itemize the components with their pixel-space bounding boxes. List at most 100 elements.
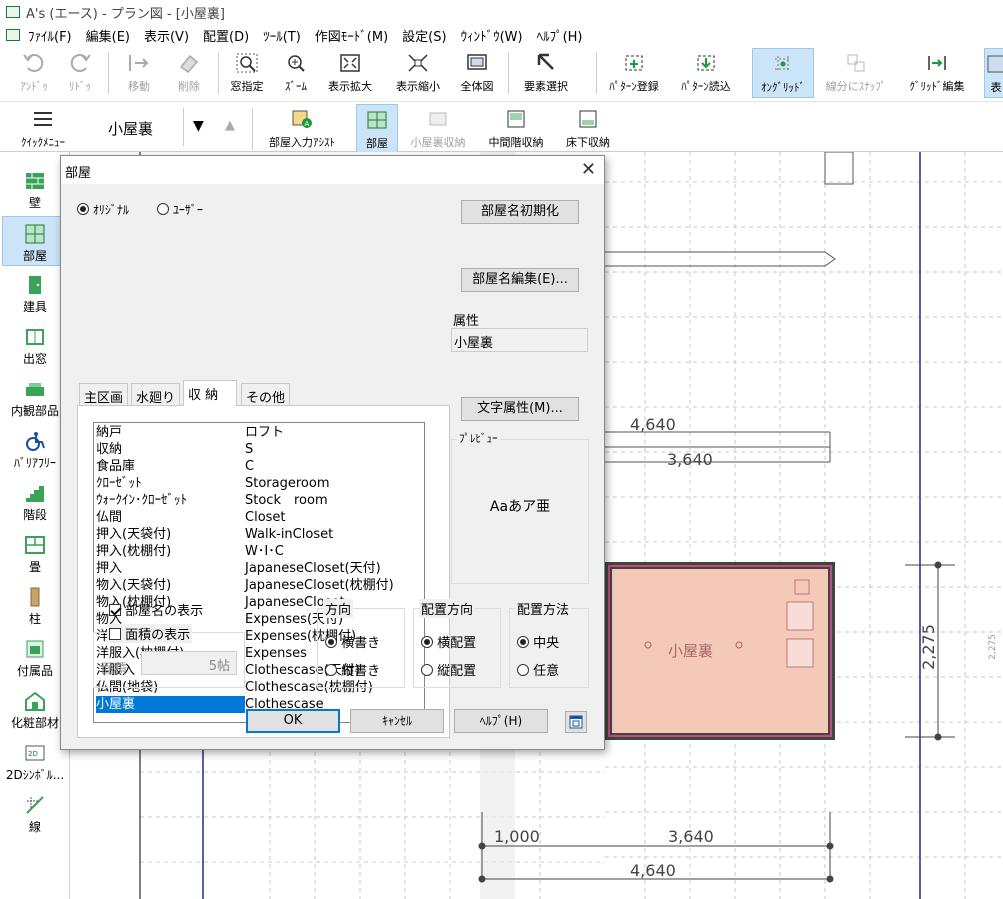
move-icon [129,55,149,71]
menu-file[interactable]: ﾌｧｲﾙ(F) [28,26,72,45]
tool-stairs[interactable]: 階段 [2,476,68,526]
tool-2d-symbol[interactable]: 2D 2Dｼﾝﾎﾞﾙ... [2,736,68,786]
tool-room[interactable]: 部屋 [2,216,68,266]
reset-room-names-button[interactable]: 部屋名初期化 [461,200,579,224]
move-button[interactable]: 移動 [114,48,164,98]
room-label: 小屋裏 [668,642,713,660]
radio-horizontal-placement[interactable]: 横配置 [421,632,476,651]
menu-help[interactable]: ﾍﾙﾌﾟ(H) [537,26,583,45]
tool-barrier-free[interactable]: ﾊﾞﾘｱﾌﾘｰ [2,424,68,474]
list-item[interactable]: 押入(枕棚付) W･I･C [94,543,424,560]
zoom-out-button[interactable]: 表示縮小 [390,48,446,98]
redo-button[interactable]: ﾘﾄﾞｩ [58,48,102,98]
grid-edit-icon [928,56,946,70]
pattern-register-button[interactable]: ﾊﾟﾀｰﾝ登録 [604,48,664,98]
pattern-load-button[interactable]: ﾊﾟﾀｰﾝ読込 [676,48,736,98]
close-icon[interactable]: ✕ [581,159,596,180]
list-item[interactable]: ｳｫｰｸｲﾝ･ｸﾛｰｾﾞｯﾄ Stock room [94,492,424,509]
toolbar-separator [108,52,109,94]
main-toolbar: ｱﾝﾄﾞｩ ﾘﾄﾞｩ 移動 削除 窓指定 ｽﾞｰﾑ 表示拡大 表示縮小 全体図 … [0,46,1003,102]
list-item[interactable]: 仏間 Closet [94,509,424,526]
wall-icon [26,173,44,189]
quick-menu-button[interactable]: ｸｲｯｸﾒﾆｭｰ [14,104,72,154]
tool-decorative-parts[interactable]: 化粧部材 [2,684,68,734]
door-icon [29,276,41,294]
list-item-alias: ロフト [245,425,285,440]
snap-line-button[interactable]: 線分にｽﾅｯﾌﾟ [822,48,890,98]
tab-other[interactable]: その他 [241,383,291,406]
radio-arbitrary[interactable]: 任意 [517,660,559,679]
zoom-button[interactable]: ｽﾞｰﾑ [274,48,318,98]
list-item[interactable]: 押入 JapaneseCloset(天付) [94,560,424,577]
delete-button[interactable]: 削除 [166,48,212,98]
radio-indicator [157,203,169,215]
ok-button[interactable]: OK [246,709,340,733]
select-element-button[interactable]: 要素選択 [516,48,576,98]
toolbar-separator [218,52,219,94]
on-grid-toggle[interactable]: ｵﾝｸﾞﾘｯﾄﾞ [752,48,814,98]
toolbar-separator [596,52,597,94]
menu-edit[interactable]: 編集(E) [86,26,130,45]
list-item[interactable]: 押入(天袋付) Walk-inCloset [94,526,424,543]
list-item[interactable]: ｸﾛｰｾﾞｯﾄ Storageroom [94,475,424,492]
tool-column[interactable]: 柱 [2,580,68,630]
tab-water[interactable]: 水廻り [131,383,181,406]
list-item[interactable]: 食品庫 C [94,458,424,475]
hamburger-icon [34,112,52,126]
radio-center[interactable]: 中央 [517,632,559,651]
undo-button[interactable]: ｱﾝﾄﾞｩ [12,48,56,98]
menu-tools[interactable]: ﾂｰﾙ(T) [263,26,301,45]
edit-room-names-button[interactable]: 部屋名編集(E)... [461,268,579,292]
mezzanine-storage-icon [507,110,525,128]
menu-place[interactable]: 配置(D) [203,26,249,45]
list-item[interactable]: 納戸 ロフト [94,424,424,441]
zoom-in-button[interactable]: 表示拡大 [322,48,378,98]
grid-edit-button[interactable]: ｸﾞﾘｯﾄﾞ編集 [902,48,972,98]
chevron-down-icon[interactable]: ▼ [193,118,204,134]
room-dialog: 部屋 ✕ ｵﾘｼﾞﾅﾙ ﾕｰｻﾞｰ 主区画 水廻り 収 納 その他 納戸 ロフト収… [60,155,605,750]
toolbar-separator [508,52,509,94]
table-button[interactable]: 表 [984,48,1003,98]
list-item-name: 小屋裏 [96,696,245,713]
tool-tatami[interactable]: 畳 [2,528,68,578]
app-menu-icon[interactable] [6,29,20,41]
underfloor-storage-button[interactable]: 床下収納 [560,104,616,154]
show-room-name-checkbox[interactable]: 部屋名の表示 [109,600,203,619]
menu-draw-mode[interactable]: 作図ﾓｰﾄﾞ(M) [315,26,388,45]
show-area-checkbox[interactable]: 面積の表示 [107,624,193,643]
tool-interior-parts[interactable]: 内観部品 [2,372,68,422]
list-item-alias: S [245,442,254,457]
list-item[interactable]: 収納 S [94,441,424,458]
menu-view[interactable]: 表示(V) [144,26,189,45]
tool-bay-window[interactable]: 出窓 [2,320,68,370]
zoom-window-button[interactable]: 窓指定 [224,48,270,98]
radio-vertical-writing[interactable]: 縦書き [325,660,380,679]
radio-user[interactable]: ﾕｰｻﾞｰ [157,201,203,218]
attic-storage-button[interactable]: 小屋裏収納 [404,104,472,154]
list-item-name: 収納 [96,442,123,457]
menu-window[interactable]: ｳｨﾝﾄﾞｳ(W) [461,26,523,45]
room-input-assist-button[interactable]: A 部屋入力ｱｼｽﾄ [262,104,342,154]
radio-vertical-placement[interactable]: 縦配置 [421,660,476,679]
text-attribute-button[interactable]: 文字属性(M)... [461,397,579,421]
menu-settings[interactable]: 設定(S) [402,26,446,45]
cancel-button[interactable]: ｷｬﾝｾﾙ [350,709,444,733]
list-item[interactable]: 物入(天袋付) JapaneseCloset(枕棚付) [94,577,424,594]
tab-main-zone[interactable]: 主区画 [79,383,129,406]
tool-line[interactable]: 線 [2,788,68,838]
full-view-button[interactable]: 全体図 [454,48,500,98]
chevron-up-icon[interactable]: ▲ [225,118,235,133]
tool-wall[interactable]: 壁 [2,164,68,214]
tab-storage[interactable]: 収 納 [183,380,237,406]
radio-indicator-checked [325,636,337,648]
tool-fittings[interactable]: 建具 [2,268,68,318]
help-button[interactable]: ﾍﾙﾌﾟ(H) [454,709,548,733]
radio-original[interactable]: ｵﾘｼﾞﾅﾙ [77,201,129,218]
collapse-dialog-button[interactable] [565,711,587,733]
tool-accessories[interactable]: 付属品 [2,632,68,682]
mezzanine-storage-button[interactable]: 中間階収納 [484,104,548,154]
room-button[interactable]: 部屋 [356,104,398,154]
radio-horizontal-writing[interactable]: 横書き [325,632,380,651]
dialog-title: 部屋 [61,156,604,184]
column-icon [30,587,40,607]
